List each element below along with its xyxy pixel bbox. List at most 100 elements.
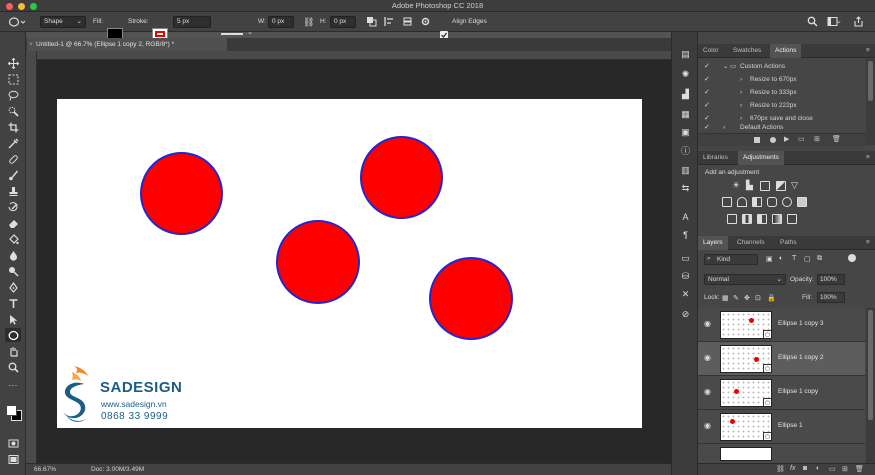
visibility-eye-icon[interactable]: ◉ [704, 421, 711, 430]
height-field[interactable]: 0 px [330, 16, 356, 28]
tab-paths[interactable]: Paths [775, 236, 802, 250]
new-group-icon[interactable]: ▭ [829, 465, 836, 473]
filter-type-icon[interactable]: T [792, 255, 796, 262]
tab-layers[interactable]: Layers [698, 236, 728, 250]
lasso-tool-icon[interactable] [5, 88, 21, 102]
hue-saturation-icon[interactable] [722, 197, 732, 207]
history-brush-tool-icon[interactable] [5, 200, 21, 214]
quick-mask-icon[interactable] [5, 436, 21, 450]
width-field[interactable]: 0 px [268, 16, 294, 28]
hand-tool-icon[interactable] [5, 344, 21, 358]
quick-selection-tool-icon[interactable] [5, 104, 21, 118]
photo-filter-icon[interactable] [767, 197, 777, 207]
move-tool-icon[interactable] [5, 56, 21, 70]
paragraph-styles-icon[interactable]: ⇆ [679, 182, 692, 195]
action-toggle-check-icon[interactable]: ✓ [704, 60, 710, 73]
color-swatches[interactable] [4, 402, 24, 424]
healing-brush-tool-icon[interactable] [5, 152, 21, 166]
visibility-eye-icon[interactable]: ◉ [704, 387, 711, 396]
layer-row[interactable]: ◉ ▢ Ellipse 1 copy 2 [698, 342, 865, 376]
workspace-dropdown-icon[interactable]: ⌄ [836, 16, 842, 28]
panel-menu-icon[interactable]: ≡ [861, 44, 875, 58]
eyedropper-tool-icon[interactable] [5, 136, 21, 150]
tab-swatches[interactable]: Swatches [728, 44, 766, 58]
filter-shape-icon[interactable]: ▢ [804, 255, 811, 263]
ellipse-1-copy-shape[interactable] [429, 257, 513, 340]
layer-row[interactable]: ◉ ▢ Ellipse 1 copy [698, 376, 865, 410]
layer-filter-select[interactable]: ⌕ Kind [704, 254, 758, 265]
share-icon[interactable] [853, 16, 864, 28]
ellipse-1-copy-3-shape[interactable] [360, 136, 443, 219]
tab-channels[interactable]: Channels [732, 236, 769, 250]
path-arrangement-icon[interactable] [402, 16, 413, 28]
adjustment-layer-icon[interactable]: ◐ [816, 465, 820, 472]
histogram-icon[interactable]: ▟ [679, 88, 692, 101]
marquee-tool-icon[interactable] [5, 72, 21, 86]
panel-menu-icon[interactable]: ≡ [861, 236, 875, 250]
zoom-tool-icon[interactable] [5, 360, 21, 374]
action-item[interactable]: ✓ › Resize to 222px [698, 99, 866, 112]
history-icon[interactable]: ▤ [679, 48, 692, 61]
brush-tool-icon[interactable] [5, 168, 21, 182]
color-balance-icon[interactable] [737, 197, 747, 207]
paragraph-icon[interactable]: ¶ [679, 228, 692, 241]
type-tool-icon[interactable] [5, 296, 21, 310]
action-toggle-check-icon[interactable]: ✓ [704, 73, 710, 86]
crop-tool-icon[interactable] [5, 120, 21, 134]
eraser-tool-icon[interactable] [5, 216, 21, 230]
edit-toolbar-icon[interactable]: ··· [5, 378, 21, 392]
panel-menu-icon[interactable]: ≡ [861, 151, 875, 165]
selective-color-icon[interactable] [787, 214, 797, 224]
link-layers-icon[interactable]: ⛓ [776, 465, 785, 473]
ellipse-1-shape[interactable] [140, 152, 223, 235]
action-item[interactable]: ✓ › Resize to 670px [698, 73, 866, 86]
brush-settings-icon[interactable]: ✺ [679, 68, 692, 81]
search-icon[interactable] [807, 16, 818, 28]
actions-scrollbar[interactable] [866, 59, 875, 145]
disclosure-chevron-icon[interactable]: ⌄ [723, 60, 728, 73]
new-layer-icon[interactable]: ⊞ [842, 465, 848, 473]
path-operations-icon[interactable] [366, 16, 377, 28]
tab-color[interactable]: Color [698, 44, 724, 58]
posterize-icon[interactable] [742, 214, 752, 224]
pen-tool-icon[interactable] [5, 280, 21, 294]
tab-libraries[interactable]: Libraries [698, 151, 733, 165]
styles-icon[interactable]: ▥ [679, 164, 692, 177]
ellipse-1-copy-2-shape[interactable] [276, 220, 360, 304]
path-alignment-icon[interactable] [384, 16, 395, 28]
tool-mode-select[interactable]: Shape ⌄ [40, 16, 86, 28]
layer-row[interactable]: ◉ ▢ Ellipse 1 [698, 410, 865, 444]
play-icon[interactable]: ▶ [784, 135, 789, 143]
ellipse-tool-preset-icon[interactable] [8, 16, 26, 28]
clone-source-icon[interactable]: ⛁ [679, 270, 692, 283]
foreground-color-swatch[interactable] [6, 405, 17, 416]
blend-mode-select[interactable]: Normal ⌄ [704, 274, 786, 285]
opacity-field[interactable]: 100% [817, 274, 845, 285]
tool-presets-icon[interactable]: ▣ [679, 126, 692, 139]
clone-stamp-tool-icon[interactable] [5, 184, 21, 198]
layer-style-icon[interactable]: fx [790, 465, 795, 472]
lock-all-icon[interactable]: 🔒 [767, 294, 776, 302]
delete-layer-icon[interactable]: 🗑 [855, 465, 864, 473]
settings-gear-icon[interactable] [420, 16, 431, 28]
lock-transparent-icon[interactable]: ▦ [722, 294, 729, 302]
action-set-custom[interactable]: ✓ ⌄ ▭ Custom Actions [698, 60, 866, 73]
layer-mask-icon[interactable]: ◙ [803, 465, 807, 472]
stroke-width-field[interactable]: 5 px [173, 16, 211, 28]
character-icon[interactable]: A [679, 210, 692, 223]
action-toggle-check-icon[interactable]: ✓ [704, 124, 710, 132]
visibility-eye-icon[interactable]: ◉ [704, 353, 711, 362]
action-toggle-check-icon[interactable]: ✓ [704, 99, 710, 112]
lock-artboard-icon[interactable]: ⊡ [755, 294, 761, 302]
ellipse-tool-icon[interactable] [5, 328, 21, 342]
action-set-default[interactable]: ✓ › Default Actions [698, 124, 866, 132]
brightness-contrast-icon[interactable]: ☀ [732, 180, 740, 191]
scrollbar-thumb[interactable] [868, 310, 873, 420]
lock-image-icon[interactable]: ✎ [733, 294, 739, 302]
stop-recording-icon[interactable] [754, 137, 760, 143]
layer-row[interactable] [698, 444, 865, 463]
tab-actions[interactable]: Actions [770, 44, 802, 58]
levels-icon[interactable]: ▙ [746, 180, 753, 191]
scrollbar-thumb[interactable] [868, 61, 873, 101]
filter-toggle-icon[interactable] [848, 254, 856, 262]
